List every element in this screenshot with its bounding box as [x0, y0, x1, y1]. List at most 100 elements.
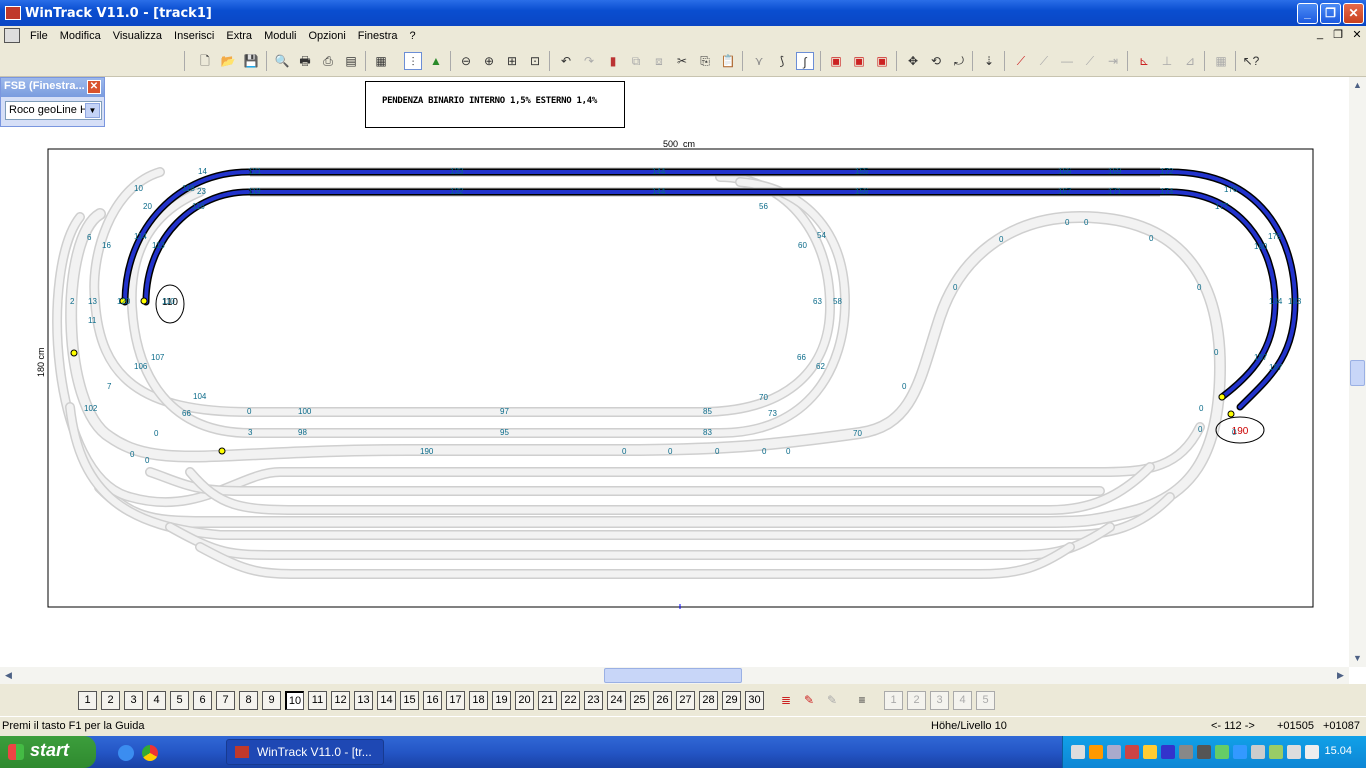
level-28-button[interactable]: 28 — [699, 691, 718, 710]
align-icon[interactable]: ⟋ — [1081, 52, 1099, 70]
curve-icon[interactable]: ⟆ — [773, 52, 791, 70]
level-15-button[interactable]: 15 — [400, 691, 419, 710]
network-icon[interactable] — [1197, 745, 1211, 759]
view-5-button[interactable]: 5 — [976, 691, 995, 710]
tray-icon[interactable] — [1215, 745, 1229, 759]
save-icon[interactable]: 💾 — [242, 52, 260, 70]
level-22-button[interactable]: 22 — [561, 691, 580, 710]
layers-delete-icon[interactable]: ✎ — [823, 691, 841, 709]
clipboard-icon[interactable]: ▮ — [604, 52, 622, 70]
scroll-down-icon[interactable]: ▼ — [1349, 650, 1366, 667]
level-8-button[interactable]: 8 — [239, 691, 258, 710]
ie-icon[interactable] — [118, 745, 134, 761]
layer-manager-icon[interactable]: ≡ — [853, 691, 871, 709]
horizontal-scrollbar[interactable]: ◀ ▶ — [0, 667, 1349, 684]
join-icon[interactable]: — — [1058, 52, 1076, 70]
mdi-minimize-button[interactable]: _ — [1312, 28, 1328, 40]
level-10-button[interactable]: 10 — [285, 691, 304, 710]
horizontal-scroll-thumb[interactable] — [604, 668, 742, 683]
menu-inserisci[interactable]: Inserisci — [168, 30, 220, 42]
redo-icon[interactable]: ↷ — [580, 52, 598, 70]
tray-icon[interactable] — [1251, 745, 1265, 759]
maximize-button[interactable]: ❐ — [1320, 3, 1341, 24]
level-1-button[interactable]: 1 — [78, 691, 97, 710]
grid-icon[interactable]: ▦ — [1212, 52, 1230, 70]
mdi-close-button[interactable]: ✕ — [1349, 28, 1365, 41]
shield-icon[interactable] — [1143, 745, 1157, 759]
print-setup-icon[interactable]: ⎙ — [319, 52, 337, 70]
cut-icon[interactable]: ✂ — [673, 52, 691, 70]
track-plan[interactable]: 500_cm 180 cm 110 190 14 121 133 144 155 166 1… — [0, 77, 1349, 667]
taskbar-app-wintrack[interactable]: WinTrack V11.0 - [tr... — [226, 739, 384, 765]
copy-icon[interactable]: ⎘ — [696, 52, 714, 70]
rotate-icon[interactable]: ⟲ — [927, 52, 945, 70]
scroll-right-icon[interactable]: ▶ — [1332, 667, 1349, 684]
close-button[interactable]: ✕ — [1343, 3, 1364, 24]
zoom-out-icon[interactable]: ⊖ — [457, 52, 475, 70]
open-folder-icon[interactable]: 📂 — [219, 52, 237, 70]
view-2-button[interactable]: 2 — [907, 691, 926, 710]
menu-visualizza[interactable]: Visualizza — [107, 30, 168, 42]
paste-icon[interactable]: 📋 — [719, 52, 737, 70]
track-tool-icon[interactable]: ⫶ — [404, 52, 422, 70]
layer-copy-icon[interactable]: ▣ — [850, 52, 868, 70]
level-18-button[interactable]: 18 — [469, 691, 488, 710]
group-icon[interactable]: ⧉ — [627, 52, 645, 70]
library-select[interactable]: Roco geoLine H ▼ — [5, 101, 102, 120]
connect-icon[interactable]: ⟋ — [1012, 52, 1030, 70]
level-17-button[interactable]: 17 — [446, 691, 465, 710]
level-4-button[interactable]: 4 — [147, 691, 166, 710]
level-26-button[interactable]: 26 — [653, 691, 672, 710]
level-27-button[interactable]: 27 — [676, 691, 695, 710]
zoom-fit-icon[interactable]: ⊡ — [526, 52, 544, 70]
print-preview-icon[interactable]: 🔍 — [273, 52, 291, 70]
level-13-button[interactable]: 13 — [354, 691, 373, 710]
landscape-icon[interactable]: ▲ — [427, 52, 445, 70]
print-icon[interactable]: 🖶 — [296, 52, 314, 70]
height-icon[interactable]: ⇣ — [980, 52, 998, 70]
extend-icon[interactable]: ⇥ — [1104, 52, 1122, 70]
level-6-button[interactable]: 6 — [193, 691, 212, 710]
tray-icon[interactable] — [1305, 745, 1319, 759]
scroll-up-icon[interactable]: ▲ — [1349, 77, 1366, 94]
menu-file[interactable]: File — [24, 30, 54, 42]
tray-icon[interactable] — [1233, 745, 1247, 759]
level-23-button[interactable]: 23 — [584, 691, 603, 710]
menu-opzioni[interactable]: Opzioni — [302, 30, 351, 42]
level-3-button[interactable]: 3 — [124, 691, 143, 710]
level-7-button[interactable]: 7 — [216, 691, 235, 710]
start-button[interactable]: start — [0, 736, 96, 768]
fsb-close-icon[interactable]: ✕ — [87, 80, 101, 94]
menu-finestra[interactable]: Finestra — [352, 30, 404, 42]
split-icon[interactable]: ⟋ — [1035, 52, 1053, 70]
draw-track-icon[interactable]: ∫ — [796, 52, 814, 70]
menu-extra[interactable]: Extra — [220, 30, 258, 42]
level-19-button[interactable]: 19 — [492, 691, 511, 710]
level-24-button[interactable]: 24 — [607, 691, 626, 710]
level-20-button[interactable]: 20 — [515, 691, 534, 710]
document-icon[interactable] — [4, 28, 20, 43]
vertical-scrollbar[interactable]: ▲ ▼ — [1349, 77, 1366, 667]
measure-icon[interactable]: ⊾ — [1135, 52, 1153, 70]
undo-icon[interactable]: ↶ — [557, 52, 575, 70]
level-29-button[interactable]: 29 — [722, 691, 741, 710]
tray-icon[interactable] — [1269, 745, 1283, 759]
measure2-icon[interactable]: ⊥ — [1158, 52, 1176, 70]
layers-icon[interactable]: ≣ — [777, 691, 795, 709]
library-icon[interactable]: ▦ — [372, 52, 390, 70]
chrome-icon[interactable] — [142, 745, 158, 761]
zoom-in-icon[interactable]: ⊕ — [480, 52, 498, 70]
view-3-button[interactable]: 3 — [930, 691, 949, 710]
ungroup-icon[interactable]: ⧈ — [650, 52, 668, 70]
menu-modifica[interactable]: Modifica — [54, 30, 107, 42]
view-4-button[interactable]: 4 — [953, 691, 972, 710]
tray-icon[interactable] — [1089, 745, 1103, 759]
level-11-button[interactable]: 11 — [308, 691, 327, 710]
level-2-button[interactable]: 2 — [101, 691, 120, 710]
chevron-down-icon[interactable]: ▼ — [85, 103, 100, 118]
tray-icon[interactable] — [1107, 745, 1121, 759]
level-5-button[interactable]: 5 — [170, 691, 189, 710]
minimize-button[interactable]: _ — [1297, 3, 1318, 24]
measure3-icon[interactable]: ⊿ — [1181, 52, 1199, 70]
layers-edit-icon[interactable]: ✎ — [800, 691, 818, 709]
